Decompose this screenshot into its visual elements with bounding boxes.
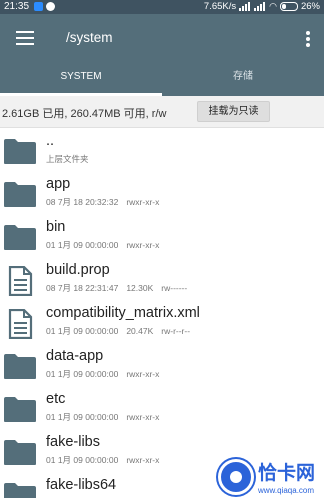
current-path-title: /system: [66, 30, 113, 45]
tab-storage-label: 存储: [233, 71, 253, 82]
file-permissions: rwxr-xr-x: [126, 197, 160, 207]
file-row[interactable]: .. 上层文件夹: [0, 130, 324, 173]
file-row[interactable]: app 08 7月 18 20:32:32 rwxr-xr-x: [0, 173, 324, 216]
file-row[interactable]: compatibility_matrix.xml 01 1月 09 00:00:0…: [0, 302, 324, 345]
watermark-url: www.qiaqa.com: [258, 486, 315, 495]
file-date: 01 1月 09 00:00:00: [46, 240, 119, 250]
file-name: app: [46, 176, 71, 192]
file-date: 01 1月 09 00:00:00: [46, 369, 119, 379]
notification-app-icon: [46, 2, 55, 11]
folder-icon: [3, 137, 37, 165]
mount-read-only-button[interactable]: 挂载为只读: [197, 101, 270, 122]
file-permissions: rwxr-xr-x: [126, 455, 160, 465]
app-bar: /system: [0, 14, 324, 62]
file-name: ..: [46, 133, 55, 149]
folder-icon: [3, 223, 37, 251]
watermark-logo-icon: [218, 459, 254, 495]
tab-bar: SYSTEM 存储: [0, 62, 324, 96]
notification-icon: [34, 2, 43, 11]
folder-icon: [3, 438, 37, 466]
watermark-title: 恰卡网: [258, 462, 316, 484]
file-row[interactable]: build.prop 08 7月 18 22:31:47 12.30K rw-----…: [0, 259, 324, 302]
file-size: 12.30K: [126, 283, 154, 293]
status-bar: 21:35 7.65K/s ◠ 26%: [0, 0, 324, 14]
document-icon: [3, 265, 37, 297]
tab-system-label: SYSTEM: [60, 71, 102, 82]
file-meta: 08 7月 18 20:32:32 rwxr-xr-x: [46, 196, 159, 208]
signal-icon-2: [254, 2, 266, 11]
file-name: fake-libs: [46, 434, 100, 450]
file-row[interactable]: etc 01 1月 09 00:00:00 rwxr-xr-x: [0, 388, 324, 431]
file-permissions: rwxr-xr-x: [126, 240, 160, 250]
file-name: build.prop: [46, 262, 110, 278]
network-speed: 7.65K/s: [203, 1, 237, 12]
file-meta: 01 1月 09 00:00:00 20.47K rw-r--r--: [46, 325, 190, 337]
folder-icon: [3, 481, 37, 498]
file-name: bin: [46, 219, 66, 235]
folder-icon: [3, 395, 37, 423]
file-size: 20.47K: [126, 326, 154, 336]
file-date: 01 1月 09 00:00:00: [46, 326, 119, 336]
file-meta: 01 1月 09 00:00:00 rwxr-xr-x: [46, 411, 159, 423]
file-meta: 上层文件夹: [46, 153, 89, 165]
storage-info-bar: 2.61GB 已用, 260.47MB 可用, r/w 挂载为只读: [0, 96, 324, 128]
file-permissions: rw-r--r--: [161, 326, 191, 336]
file-meta: 01 1月 09 00:00:00 rwxr-xr-x: [46, 368, 159, 380]
file-row[interactable]: bin 01 1月 09 00:00:00 rwxr-xr-x: [0, 216, 324, 259]
file-permissions: rwxr-xr-x: [126, 369, 160, 379]
document-icon: [3, 308, 37, 340]
file-date: 01 1月 09 00:00:00: [46, 455, 119, 465]
file-date: 08 7月 18 20:32:32: [46, 197, 119, 207]
file-meta: 08 7月 18 22:31:47 12.30K rw------: [46, 282, 187, 294]
file-name: data-app: [46, 348, 104, 364]
more-vert-icon[interactable]: [306, 31, 310, 47]
watermark: 恰卡网 www.qiaqa.com: [218, 457, 324, 498]
hamburger-menu-icon[interactable]: [16, 31, 34, 45]
file-list: .. 上层文件夹 app 08 7月 18 20:32:32 rwxr-xr-x bin 0…: [0, 130, 324, 498]
storage-usage-text: 2.61GB 已用, 260.47MB 可用, r/w: [2, 108, 167, 120]
file-row[interactable]: data-app 01 1月 09 00:00:00 rwxr-xr-x: [0, 345, 324, 388]
wifi-icon: ◠: [269, 1, 277, 11]
tab-storage[interactable]: 存储: [162, 62, 324, 96]
file-permissions: rwxr-xr-x: [126, 412, 160, 422]
file-date: 01 1月 09 00:00:00: [46, 412, 119, 422]
battery-icon: [279, 2, 298, 11]
signal-icon: [239, 2, 251, 11]
folder-icon: [3, 180, 37, 208]
folder-icon: [3, 352, 37, 380]
file-name: fake-libs64: [46, 477, 117, 493]
status-time: 21:35: [4, 1, 30, 12]
file-date: 上层文件夹: [46, 154, 89, 164]
file-name: compatibility_matrix.xml: [46, 305, 200, 321]
file-meta: 01 1月 09 00:00:00 rwxr-xr-x: [46, 239, 159, 251]
tab-system[interactable]: SYSTEM: [0, 62, 162, 96]
battery-percent: 26%: [300, 1, 320, 12]
file-meta: 01 1月 09 00:00:00 rwxr-xr-x: [46, 454, 159, 466]
file-permissions: rw------: [161, 283, 188, 293]
file-date: 08 7月 18 22:31:47: [46, 283, 119, 293]
file-name: etc: [46, 391, 66, 407]
status-right: 7.65K/s ◠ 26%: [204, 1, 320, 12]
